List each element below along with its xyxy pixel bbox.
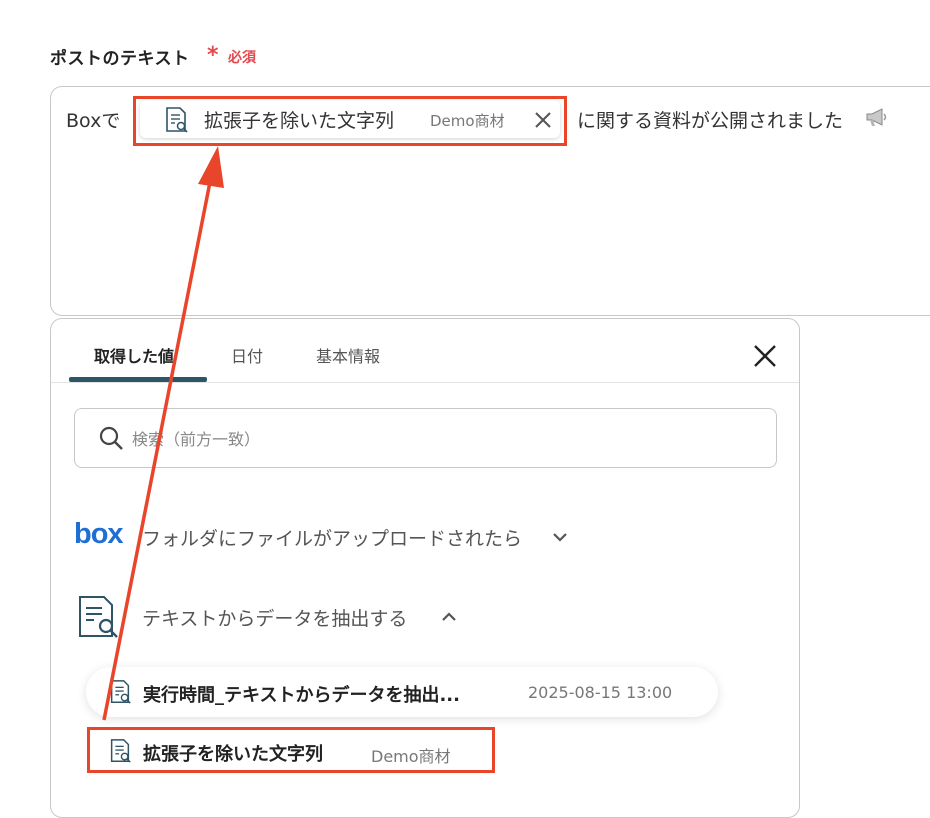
field-label: ポストのテキスト xyxy=(50,49,190,69)
tab-basic-info[interactable]: 基本情報 xyxy=(316,343,380,367)
tab-divider xyxy=(51,382,799,383)
row-title: 実行時間_テキストからデータを抽出... xyxy=(143,685,460,706)
chevron-up-icon[interactable] xyxy=(439,607,459,627)
text-suffix: に関する資料が公開されました xyxy=(577,110,844,132)
document-search-icon xyxy=(110,739,131,763)
row-meta: 2025-08-15 13:00 xyxy=(528,683,673,702)
required-text: 必須 xyxy=(228,50,256,66)
megaphone-icon xyxy=(866,108,887,126)
row-title: 拡張子を除いた文字列 xyxy=(143,744,323,765)
box-logo: box xyxy=(74,518,124,550)
search-icon xyxy=(99,426,123,450)
search-input[interactable] xyxy=(130,424,734,454)
document-search-icon xyxy=(110,680,131,704)
text-prefix: Boxで xyxy=(66,110,121,132)
required-asterisk: * xyxy=(207,43,219,68)
document-search-icon xyxy=(79,596,118,638)
chevron-down-icon[interactable] xyxy=(550,527,570,547)
chip-label: 拡張子を除いた文字列 xyxy=(204,110,395,132)
document-search-icon xyxy=(166,107,188,133)
chip-close-icon[interactable] xyxy=(531,108,555,132)
group-title-extract[interactable]: テキストからデータを抽出する xyxy=(142,604,407,631)
close-icon[interactable] xyxy=(751,342,779,370)
group-title-box-trigger[interactable]: フォルダにファイルがアップロードされたら xyxy=(142,524,522,551)
chip-sublabel: Demo商材 xyxy=(430,112,505,130)
row-meta: Demo商材 xyxy=(371,747,451,766)
tab-date[interactable]: 日付 xyxy=(231,343,263,367)
tab-acquired-values[interactable]: 取得した値 xyxy=(94,343,174,367)
